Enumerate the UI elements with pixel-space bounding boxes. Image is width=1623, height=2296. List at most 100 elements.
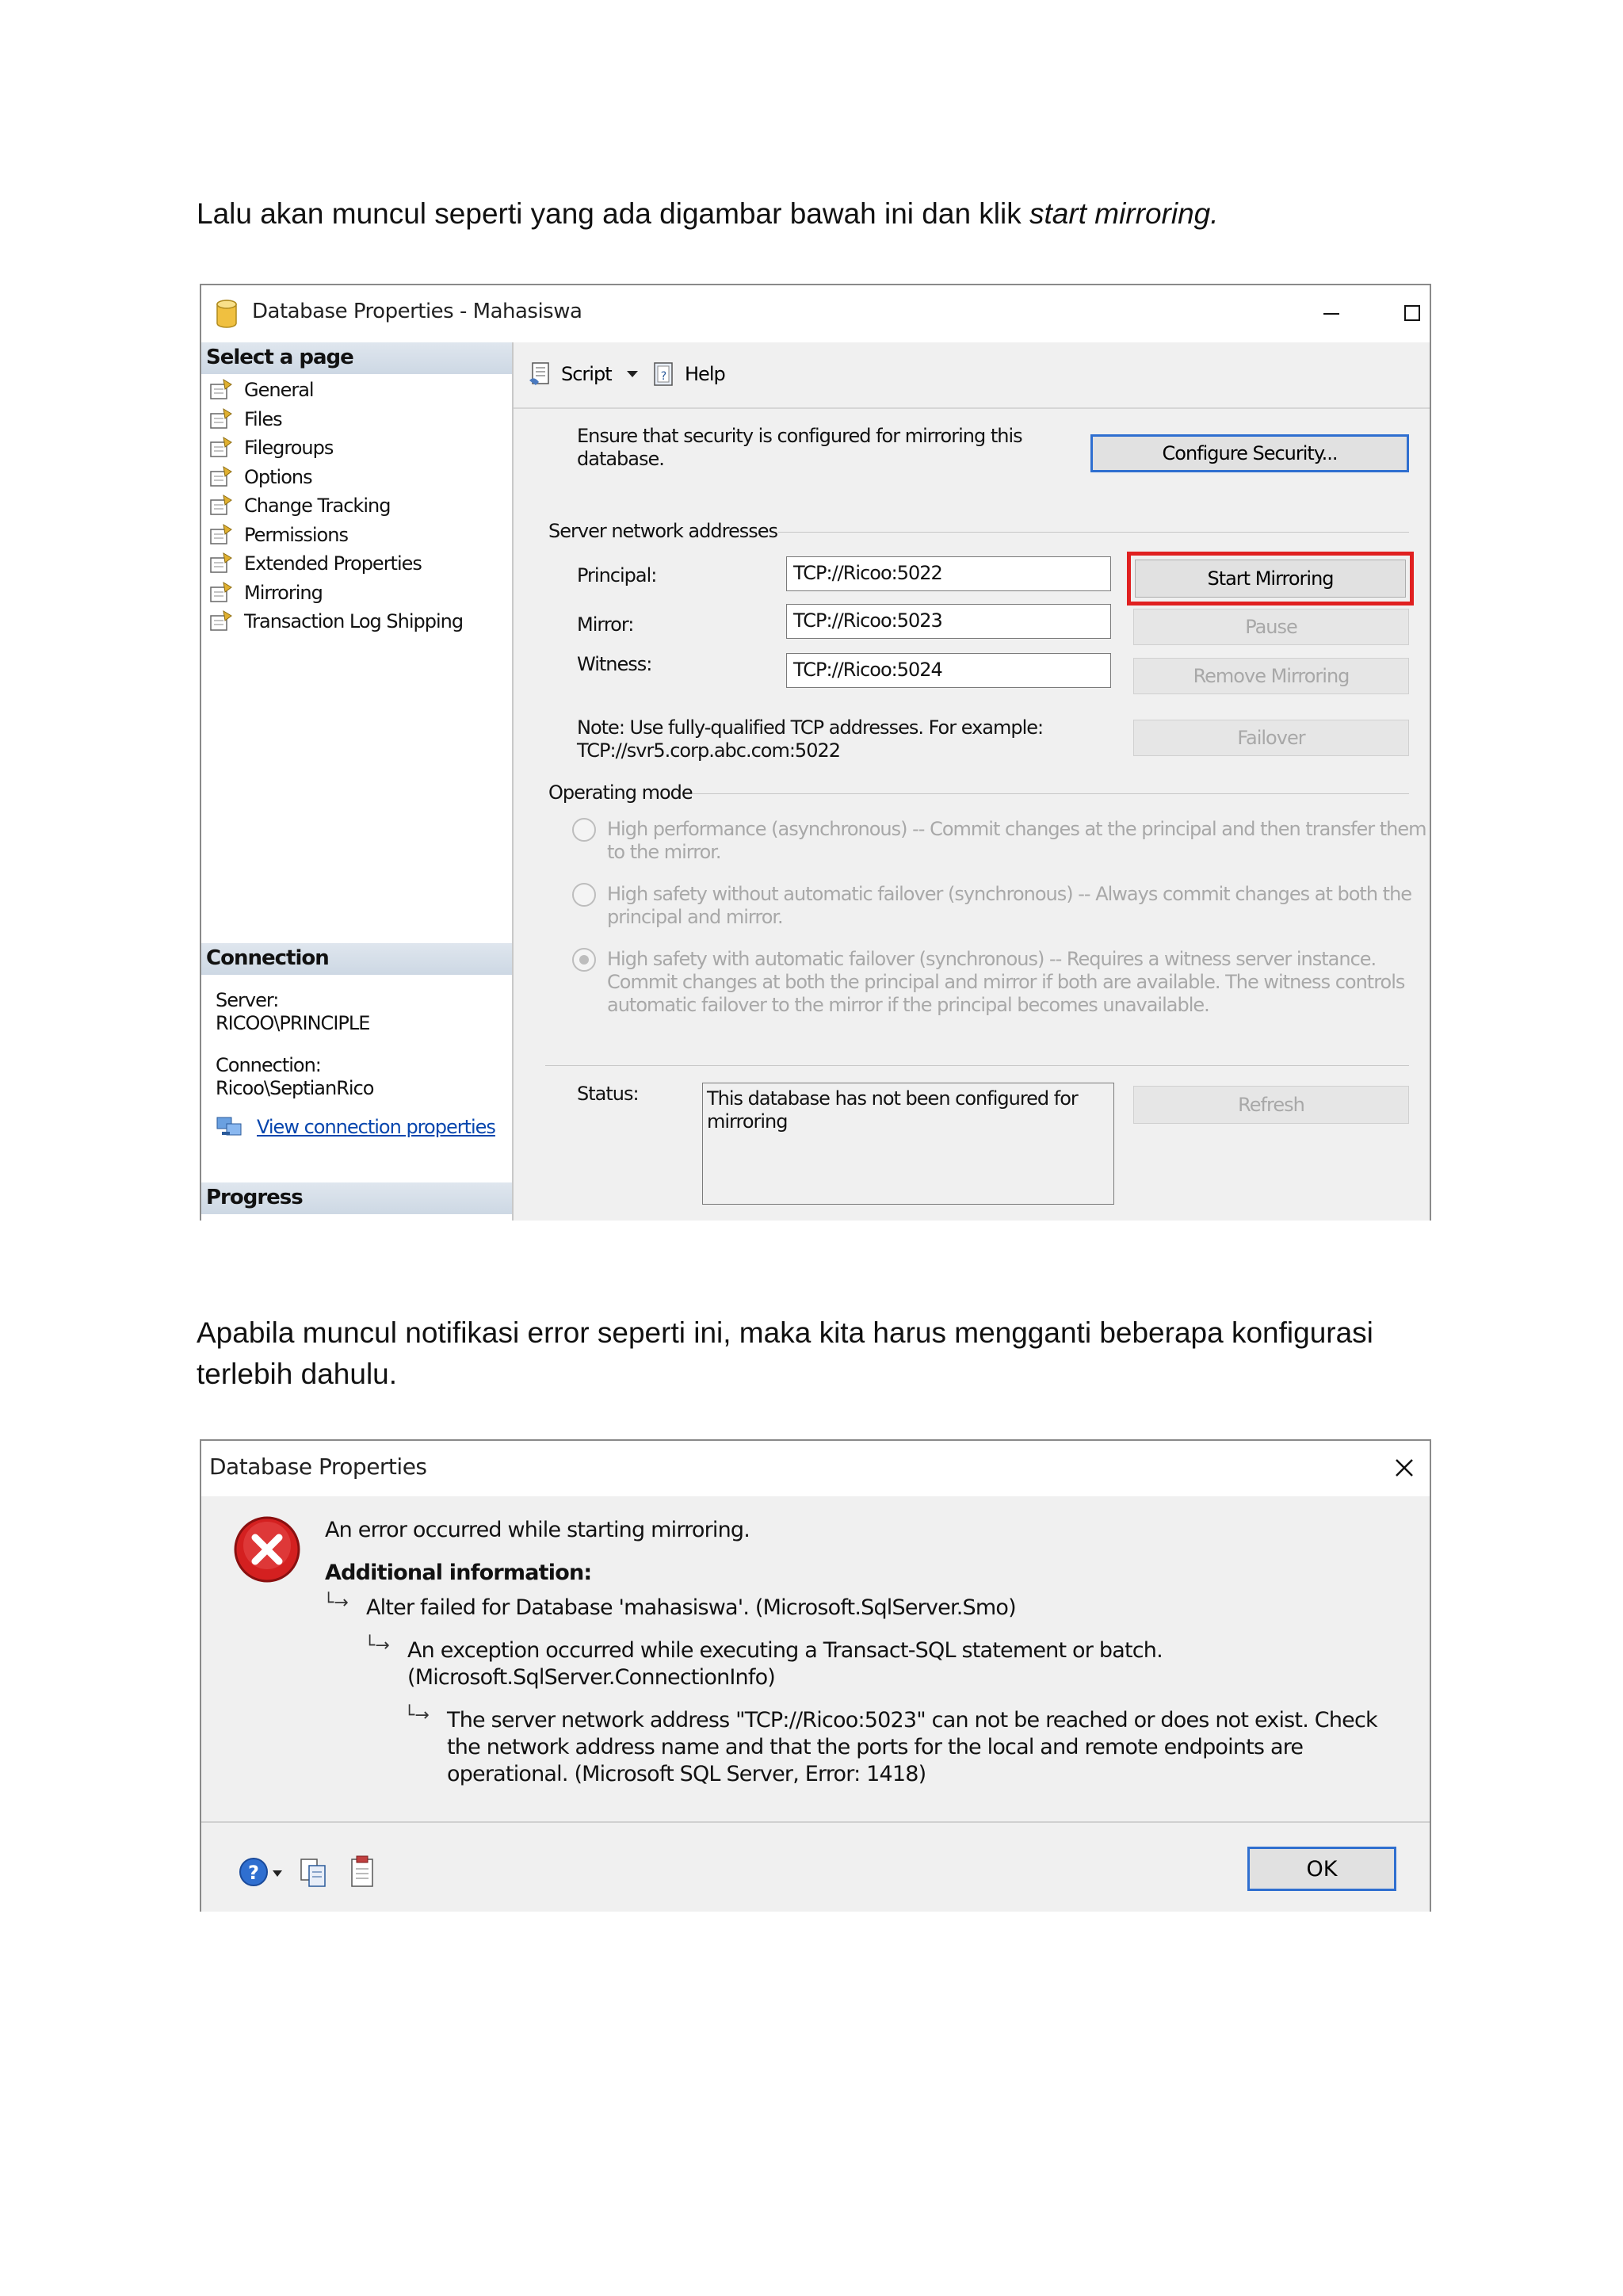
property-page-icon [210,495,232,515]
database-icon [216,300,237,328]
principal-field[interactable]: TCP://Ricoo:5022 [786,556,1111,591]
server-network-addresses-label: Server network addresses [548,520,778,542]
page-item-options[interactable]: Options [208,463,313,491]
property-page-icon [210,581,232,602]
tree-arrow-icon: └→ [404,1706,430,1725]
page-item-extended-properties[interactable]: Extended Properties [208,549,422,578]
server-label: Server: [216,989,279,1011]
database-properties-window: Database Properties - Mahasiswa Select a… [200,284,1431,1221]
mode1-line1: High performance (asynchronous) -- Commi… [607,818,1426,840]
principal-label: Principal: [577,564,657,586]
mode1-line2: to the mirror. [607,841,722,863]
instruction-paragraph-2-line2: terlebih dahulu. [197,1358,398,1390]
property-page-icon [210,379,232,399]
script-label: Script [561,363,613,385]
error-dialog-close-button[interactable] [1385,1450,1423,1488]
page-item-label: Filegroups [244,437,334,459]
pause-button[interactable]: Pause [1133,609,1409,645]
page-item-general[interactable]: General [208,376,315,404]
page-item-files[interactable]: Files [208,405,283,434]
connection-label: Connection: [216,1054,322,1076]
mode2-line1: High safety without automatic failover (… [607,883,1412,905]
page-item-label: General [244,379,315,401]
witness-field[interactable]: TCP://Ricoo:5024 [786,653,1111,688]
note-line1: Note: Use fully-qualified TCP addresses.… [577,716,1044,739]
svg-text:?: ? [661,370,666,383]
page-item-label: Transaction Log Shipping [244,610,464,632]
page-item-mirroring[interactable]: Mirroring [208,579,323,607]
mode3-line2: Commit changes at both the principal and… [607,971,1405,993]
note-line2: TCP://svr5.corp.abc.com:5022 [577,739,841,762]
view-connection-properties-link[interactable]: View connection properties [257,1116,496,1139]
maximize-button[interactable] [1393,295,1430,333]
page-item-permissions[interactable]: Permissions [208,521,349,549]
help-button[interactable]: ? Help [650,358,726,390]
para1-italic: start mirroring. [1029,197,1219,230]
mirror-field[interactable]: TCP://Ricoo:5023 [786,604,1111,639]
security-text-line1: Ensure that security is configured for m… [577,425,1023,447]
page-item-change-tracking[interactable]: Change Tracking [208,491,391,520]
mode3-line1: High safety with automatic failover (syn… [607,948,1377,970]
progress-header: Progress [201,1182,512,1214]
ok-button[interactable]: OK [1247,1847,1396,1891]
tree-arrow-icon: └→ [365,1636,390,1656]
status-line2: mirroring [707,1110,788,1133]
script-icon [529,362,549,385]
start-mirroring-button[interactable]: Start Mirroring [1135,560,1406,598]
mirror-label: Mirror: [577,613,634,636]
server-value: RICOO\PRINCIPLE [216,1012,370,1034]
error-detail-2-line1: An exception occurred while executing a … [407,1638,1163,1663]
error-dialog-title: Database Properties [209,1454,427,1480]
configure-security-button[interactable]: Configure Security... [1090,434,1409,472]
help-dropdown-button[interactable]: ? [238,1855,285,1889]
tree-arrow-icon: └→ [323,1593,349,1613]
high-performance-radio[interactable] [572,818,596,842]
error-icon [234,1516,300,1583]
property-page-icon [210,552,232,573]
connection-value: Ricoo\SeptianRico [216,1077,374,1099]
error-dialog-footer: ? OK [201,1821,1430,1912]
error-main-message: An error occurred while starting mirrori… [325,1518,750,1542]
high-safety-no-failover-radio[interactable] [572,883,596,907]
connection-properties-icon [216,1117,242,1136]
page-item-transaction-log-shipping[interactable]: Transaction Log Shipping [208,607,464,636]
error-dialog: Database Properties An error occurred wh… [200,1439,1431,1912]
copy-icon[interactable] [296,1855,331,1889]
page-item-filegroups[interactable]: Filegroups [208,434,334,462]
page-item-label: Options [244,465,313,488]
error-detail-2-line2: (Microsoft.SqlServer.ConnectionInfo) [407,1665,776,1690]
close-icon [1396,1459,1413,1477]
error-detail-3-line1: The server network address "TCP://Ricoo:… [447,1708,1378,1733]
refresh-button[interactable]: Refresh [1133,1086,1409,1124]
property-page-icon [210,437,232,457]
operating-mode-label: Operating mode [548,781,693,804]
witness-label: Witness: [577,653,652,675]
instruction-paragraph-1: Lalu akan muncul seperti yang ada digamb… [197,193,1219,235]
failover-button[interactable]: Failover [1133,720,1409,756]
minimize-button[interactable] [1312,295,1350,333]
status-line1: This database has not been configured fo… [707,1087,1079,1110]
script-dropdown[interactable] [624,358,640,390]
security-text-line2: database. [577,448,665,470]
property-page-icon [210,407,232,429]
toolbar: Script ? Help [514,342,1430,409]
status-divider [545,1065,1409,1066]
script-button[interactable]: Script [526,358,613,390]
help-label: Help [685,363,726,385]
additional-info-heading: Additional information: [325,1561,592,1585]
high-safety-auto-failover-radio[interactable] [572,948,596,972]
remove-mirroring-button[interactable]: Remove Mirroring [1133,658,1409,694]
select-page-header: Select a page [201,342,512,374]
page-item-label: Permissions [244,523,349,546]
status-label: Status: [577,1083,640,1105]
instruction-paragraph-2-line1: Apabila muncul notifikasi error seperti … [197,1316,1373,1349]
error-detail-3-line2: the network address name and that the po… [447,1735,1304,1759]
para1-text: Lalu akan muncul seperti yang ada digamb… [197,197,1030,230]
show-details-icon[interactable] [346,1855,380,1889]
help-icon: ? [654,362,673,386]
connection-header: Connection [201,943,512,975]
page-item-label: Files [244,407,283,430]
page-item-label: Mirroring [244,581,323,604]
error-detail-3-line3: operational. (Microsoft SQL Server, Erro… [447,1762,926,1786]
mode2-line2: principal and mirror. [607,906,784,928]
